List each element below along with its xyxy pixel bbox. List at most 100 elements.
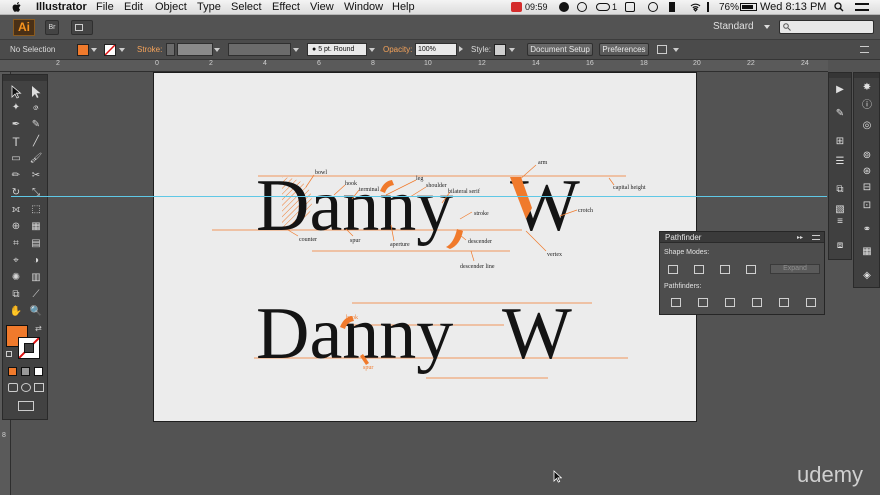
links-icon[interactable]: ⚭ (860, 223, 874, 237)
menu-object[interactable]: Object (155, 1, 187, 14)
spotlight-icon[interactable] (834, 2, 844, 12)
magic-wand-icon[interactable]: ✦ (9, 101, 23, 115)
width-tool-icon[interactable]: ⟗ (9, 203, 23, 217)
pen-tool-icon[interactable]: ✒ (9, 118, 23, 132)
mesh-tool-icon[interactable]: ⌗ (9, 237, 23, 251)
app-menu[interactable]: Illustrator (36, 1, 87, 14)
arrange-documents-button[interactable] (71, 20, 93, 35)
menu-window[interactable]: Window (344, 1, 383, 14)
symbol-sprayer-icon[interactable]: ✺ (9, 271, 23, 285)
artboard[interactable]: Danny W bowl hook terminal leg shoulder … (153, 72, 697, 422)
draw-inside-icon[interactable] (34, 383, 44, 392)
stroke-weight-input[interactable] (177, 43, 213, 56)
slice-tool-icon[interactable]: ⟋ (29, 288, 43, 302)
workspace-chevron-icon[interactable] (764, 25, 770, 29)
bolt-icon[interactable] (559, 2, 569, 12)
exclude-icon[interactable] (746, 265, 756, 274)
menu-effect[interactable]: Effect (272, 1, 300, 14)
brush-chevron-icon[interactable] (369, 48, 375, 52)
swap-colors-icon[interactable]: ⇄ (35, 324, 42, 333)
pencil-icon[interactable]: ✏ (9, 169, 23, 183)
style-chevron-icon[interactable] (509, 48, 515, 52)
play-actions-icon[interactable]: ▶ (833, 83, 847, 97)
unite-icon[interactable] (668, 265, 678, 274)
menu-file[interactable]: File (96, 1, 114, 14)
profile-chevron-icon[interactable] (293, 48, 299, 52)
free-transform-icon[interactable]: ⬚ (29, 203, 43, 217)
dock-header[interactable] (829, 73, 851, 78)
menubar-datetime[interactable]: Wed 8:13 PM (760, 1, 826, 14)
stroke-weight-chevron-icon[interactable] (214, 48, 220, 52)
column-graph-icon[interactable]: ▥ (29, 271, 43, 285)
eyedropper-icon[interactable]: ⌖ (9, 254, 23, 268)
shape-builder-icon[interactable]: ⊕ (9, 220, 23, 234)
brush-definition[interactable]: ● 5 pt. Round (307, 43, 367, 56)
help-search-input[interactable] (779, 20, 874, 34)
screen-mode-icon[interactable] (18, 401, 34, 411)
brushes-icon[interactable]: ✎ (833, 107, 847, 121)
gradient-mode-icon[interactable] (21, 367, 30, 376)
workspace-switcher[interactable]: Standard (713, 21, 754, 32)
opacity-arrow-icon[interactable] (459, 46, 463, 52)
scissors-icon[interactable]: ✂ (29, 169, 43, 183)
tools-panel-header[interactable] (3, 75, 47, 81)
panel-options-icon[interactable] (812, 235, 820, 240)
wifi-icon[interactable] (689, 2, 702, 12)
divide-icon[interactable] (671, 298, 681, 307)
opacity-input[interactable]: 100% (415, 43, 457, 56)
rectangle-tool-icon[interactable]: ▭ (9, 152, 23, 166)
pathfinder-panel-icon[interactable]: ⧈ (833, 239, 847, 253)
outline-icon[interactable] (779, 298, 789, 307)
variable-width-profile[interactable] (228, 43, 291, 56)
selection-tool-icon[interactable] (9, 85, 23, 99)
merge-icon[interactable] (725, 298, 735, 307)
stroke-chevron-icon[interactable] (119, 48, 125, 52)
bridge-button[interactable]: Br (45, 20, 59, 35)
dock-header[interactable] (854, 73, 879, 78)
menu-edit[interactable]: Edit (124, 1, 143, 14)
bluetooth-icon[interactable] (669, 2, 675, 12)
expand-button[interactable]: Expand (770, 264, 820, 274)
battery-icon[interactable] (740, 3, 757, 11)
perspective-grid-icon[interactable]: ▦ (29, 220, 43, 234)
artboard-tool-icon[interactable]: ⧉ (9, 288, 23, 302)
control-menu-chevron-icon[interactable] (673, 48, 679, 52)
minus-back-icon[interactable] (806, 298, 816, 307)
time-machine-icon[interactable] (648, 2, 658, 12)
info-icon[interactable]: ⓘ (860, 99, 874, 113)
horizontal-guide[interactable] (11, 196, 827, 197)
transform-icon[interactable]: ⧉ (833, 183, 847, 197)
opacity-label[interactable]: Opacity: (383, 45, 412, 54)
none-mode-icon[interactable] (34, 367, 43, 376)
draw-behind-icon[interactable] (21, 383, 31, 392)
align-icon[interactable]: ☰ (833, 155, 847, 169)
trim-icon[interactable] (698, 298, 708, 307)
stroke-label[interactable]: Stroke: (137, 45, 162, 54)
default-colors-icon[interactable] (6, 351, 12, 357)
panel-menu-icon[interactable] (860, 46, 869, 53)
stroke-panel-icon[interactable]: ≡ (833, 215, 847, 229)
stroke-weight-stepper[interactable] (166, 43, 175, 56)
menu-view[interactable]: View (310, 1, 334, 14)
color-mode-icon[interactable] (8, 367, 17, 376)
curvature-tool-icon[interactable]: ✎ (29, 118, 43, 132)
direct-selection-tool-icon[interactable] (29, 85, 43, 99)
type-tool-icon[interactable]: T (9, 135, 23, 149)
graphic-style-swatch[interactable] (494, 44, 506, 56)
preferences-button[interactable]: Preferences (599, 43, 649, 56)
scale-tool-icon[interactable]: ⤡ (29, 186, 43, 200)
collapse-icon[interactable]: ▸▸ (797, 234, 803, 241)
graphic-styles-icon[interactable]: ⊛ (860, 165, 874, 179)
symbols-icon[interactable]: ⊞ (833, 135, 847, 149)
link-icon[interactable] (596, 3, 610, 11)
document-info-icon[interactable]: ⊟ (860, 181, 874, 195)
menu-help[interactable]: Help (392, 1, 415, 14)
fill-chevron-icon[interactable] (91, 48, 97, 52)
menu-type[interactable]: Type (197, 1, 221, 14)
line-tool-icon[interactable]: ╱ (29, 135, 43, 149)
appearance-icon[interactable]: ◎ (860, 119, 874, 133)
stroke-color-box[interactable] (18, 337, 40, 359)
hand-tool-icon[interactable]: ✋ (9, 305, 23, 319)
layers-icon[interactable]: ◈ (860, 269, 874, 283)
document-setup-button[interactable]: Document Setup (527, 43, 593, 56)
